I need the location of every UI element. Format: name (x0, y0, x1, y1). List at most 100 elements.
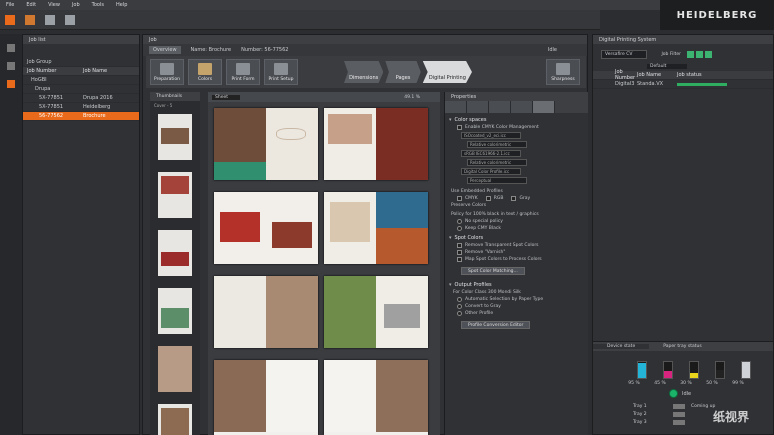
props-tab[interactable] (511, 101, 533, 113)
filter-toggle-icon[interactable] (695, 50, 703, 58)
radio[interactable] (457, 297, 462, 302)
sheet-spread[interactable] (214, 276, 318, 348)
preparation-button[interactable]: Preparation (150, 59, 184, 85)
default-select[interactable]: Default (647, 64, 687, 69)
gray-profile-select[interactable]: Digital Color Profile.icc (461, 168, 521, 175)
tool-icon[interactable] (7, 62, 15, 70)
color-spaces-section[interactable]: Color spaces (449, 117, 588, 123)
view-select[interactable]: Sheet (212, 94, 241, 100)
page-thumbnail[interactable] (158, 230, 192, 276)
page-thumbnail[interactable] (158, 288, 192, 334)
menu-file[interactable]: File (6, 2, 14, 8)
page-thumbnail[interactable] (158, 172, 192, 218)
policy-option[interactable]: No special policy (457, 219, 588, 224)
policy-option[interactable]: Keep CMY Black (457, 226, 588, 231)
output-option[interactable]: Convert to Gray (457, 304, 588, 309)
radio[interactable] (457, 311, 462, 316)
open-job-icon[interactable] (25, 14, 35, 25)
overview-tab[interactable]: Overview (149, 46, 181, 54)
map-spot-option[interactable]: Map Spot Colors to Process Colors (457, 257, 588, 262)
toner-level: 30 % (680, 381, 692, 386)
page-thumbnail[interactable] (158, 404, 192, 435)
sheet-spread[interactable] (214, 108, 318, 180)
checkbox[interactable] (457, 250, 462, 255)
col-job-status[interactable]: Job status (677, 72, 702, 78)
device-state-tab[interactable]: Device state (593, 344, 650, 349)
cmyk-profile-select[interactable]: ISOcoated_v2_eci.icc (461, 132, 521, 139)
spot-colors-section[interactable]: Spot Colors (449, 235, 588, 241)
checkbox[interactable] (457, 257, 462, 262)
step-digital-printing[interactable]: Digital Printing (422, 61, 472, 83)
table-row-selected[interactable]: 56-77562 Brochure (23, 112, 139, 121)
step-pages[interactable]: Pages (385, 61, 421, 83)
tool-icon[interactable] (7, 44, 15, 52)
page-thumbnail[interactable] (158, 346, 192, 392)
sharpness-icon (556, 63, 570, 75)
menu-edit[interactable]: Edit (26, 2, 36, 8)
print-setup-button[interactable]: Print Setup (264, 59, 298, 85)
menu-help[interactable]: Help (116, 2, 127, 8)
filter-toggle-icon[interactable] (686, 50, 694, 58)
col-job-name[interactable]: Job Name (83, 68, 107, 74)
gray-intent-select[interactable]: Perceptual (467, 177, 527, 184)
table-row[interactable]: HoGBI (23, 76, 139, 85)
sheet-spread[interactable] (324, 360, 428, 435)
menu-view[interactable]: View (48, 2, 60, 8)
cms-checkbox-row[interactable]: Enable CMYK Color Management (457, 125, 588, 130)
checkbox[interactable] (457, 196, 462, 201)
sheet-spread[interactable] (214, 192, 318, 264)
checkbox[interactable] (457, 243, 462, 248)
rgb-profile-select[interactable]: sRGB IEC61966-2.1.icc (461, 150, 521, 157)
page-thumbnail[interactable] (158, 114, 192, 160)
profile-conversion-button[interactable]: Profile Conversion Editor (461, 321, 531, 329)
menu-tools[interactable]: Tools (92, 2, 104, 8)
table-row[interactable]: Drupa (23, 85, 139, 94)
radio[interactable] (457, 219, 462, 224)
sheet-spread[interactable] (324, 108, 428, 180)
settings-icon[interactable] (65, 14, 75, 25)
radio[interactable] (457, 226, 462, 231)
sheet-spread[interactable] (214, 360, 318, 435)
sheet-spread[interactable] (324, 276, 428, 348)
col-job-number[interactable]: Job Number (597, 69, 637, 81)
spot-option[interactable]: Remove Transparent Spot Colors (457, 243, 588, 248)
job-number-label: Number: 56-77562 (241, 47, 289, 53)
step-dimensions[interactable]: Dimensions (344, 61, 384, 83)
checkbox[interactable] (511, 196, 517, 201)
menu-bar: File Edit View Job Tools Help (0, 0, 774, 10)
output-option[interactable]: Automatic Selection by Paper Type (457, 297, 588, 302)
active-tool-icon[interactable] (7, 80, 15, 88)
output-profiles-section[interactable]: Output Profiles (449, 282, 588, 288)
embedded-label: Use Embedded Profiles (451, 189, 503, 194)
table-row[interactable]: Digital3 Standa.VX (593, 80, 773, 89)
printer-select[interactable]: Versafire CV (601, 49, 648, 59)
checkbox[interactable] (457, 125, 462, 130)
props-tab[interactable] (467, 101, 489, 113)
col-job-name[interactable]: Job Name (637, 72, 677, 78)
print-form-button[interactable]: Print Form (226, 59, 260, 85)
props-tab[interactable] (445, 101, 467, 113)
props-tab[interactable] (489, 101, 511, 113)
paper-tray-tab[interactable]: Paper tray status (649, 344, 715, 349)
radio[interactable] (457, 304, 462, 309)
spot-color-matching-button[interactable]: Spot Color Matching... (461, 267, 525, 275)
zoom-level[interactable]: 49.1 % (404, 95, 420, 100)
new-job-icon[interactable] (5, 14, 15, 25)
tray-icon (673, 411, 685, 417)
cmyk-intent-select[interactable]: Relative colorimetric (467, 141, 527, 148)
sheet-spread[interactable] (324, 192, 428, 264)
table-row[interactable]: 5X-77851 Heidelberg (23, 103, 139, 112)
col-job-number[interactable]: Job Number (27, 68, 83, 74)
output-option[interactable]: Other Profile (457, 311, 588, 316)
filter-toggle-icon[interactable] (704, 50, 712, 58)
table-row[interactable]: 5X-77851 Drupa 2016 (23, 94, 139, 103)
checkbox[interactable] (485, 196, 491, 201)
job-group-row[interactable]: Job Group (23, 58, 139, 67)
rgb-intent-select[interactable]: Relative colorimetric (467, 159, 527, 166)
colors-button[interactable]: Colors (188, 59, 222, 85)
print-icon[interactable] (45, 14, 55, 25)
props-tab-active[interactable] (533, 101, 555, 113)
menu-job[interactable]: Job (72, 2, 80, 8)
sharpness-button[interactable]: Sharpness (546, 59, 580, 85)
spot-option[interactable]: Remove "Varnish" (457, 250, 588, 255)
